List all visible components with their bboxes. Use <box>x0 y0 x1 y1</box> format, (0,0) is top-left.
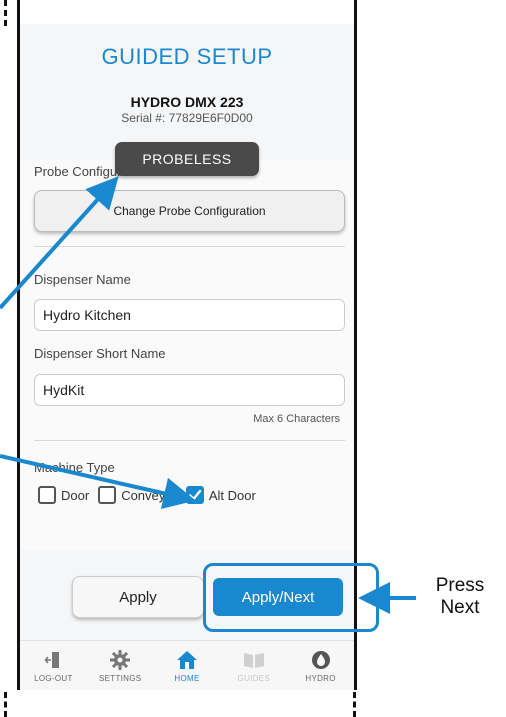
check-icon <box>188 489 202 501</box>
door-option[interactable]: Door <box>38 486 89 504</box>
tab-guides[interactable]: GUIDES <box>220 641 287 690</box>
tab-hydro[interactable]: HYDRO <box>287 641 354 690</box>
tab-label: GUIDES <box>237 673 271 683</box>
left-dashed-line-bottom <box>4 692 7 717</box>
book-icon <box>242 649 266 671</box>
dispenser-short-name-label: Dispenser Short Name <box>34 346 166 361</box>
page-title: GUIDED SETUP <box>101 44 273 69</box>
short-name-hint: Max 6 Characters <box>253 413 340 425</box>
probeless-badge: PROBELESS <box>115 142 259 176</box>
serial-number: Serial #: 77829E6F0D00 <box>121 111 253 125</box>
machine-type-options: Door Conveyor Alt Door <box>38 486 265 504</box>
tab-label: HYDRO <box>305 673 336 683</box>
tab-home[interactable]: HOME <box>154 641 221 690</box>
left-dashed-line <box>4 0 7 26</box>
press-next-callout: Press Next <box>420 575 500 619</box>
machine-type-label: Machine Type <box>34 460 115 475</box>
gear-icon <box>109 649 131 671</box>
logout-icon <box>43 649 63 671</box>
alt-door-option[interactable]: Alt Door <box>185 486 256 504</box>
divider <box>34 246 345 247</box>
tab-bar: LOG-OUT SETTINGS HOME GUIDES HYDRO <box>20 640 354 690</box>
callout-line-1: Press <box>435 575 485 596</box>
divider <box>34 440 345 441</box>
tab-label: HOME <box>174 673 200 683</box>
conveyor-option[interactable]: Conveyor <box>98 486 177 504</box>
dispenser-name-label: Dispenser Name <box>34 272 131 287</box>
tab-logout[interactable]: LOG-OUT <box>20 641 87 690</box>
change-probe-button[interactable]: Change Probe Configuration <box>34 190 345 232</box>
dispenser-name-input[interactable]: Hydro Kitchen <box>34 299 345 331</box>
drop-icon <box>310 649 332 671</box>
apply-button[interactable]: Apply <box>72 576 204 618</box>
tab-settings[interactable]: SETTINGS <box>87 641 154 690</box>
conveyor-label: Conveyor <box>121 487 177 503</box>
tab-label: LOG-OUT <box>34 673 73 683</box>
device-name: HYDRO DMX 223 <box>130 94 244 110</box>
probe-config-label: Probe Configur <box>34 164 122 179</box>
right-dashed-line-bottom <box>353 692 356 717</box>
door-label: Door <box>61 487 90 503</box>
checkbox-door[interactable] <box>38 486 56 504</box>
checkbox-conveyor[interactable] <box>98 486 117 504</box>
tab-label: SETTINGS <box>98 673 142 683</box>
apply-next-highlight <box>203 563 379 632</box>
home-icon <box>175 649 199 671</box>
phone-screen: GUIDED SETUP HYDRO DMX 223 Serial #: 778… <box>17 0 379 690</box>
dispenser-short-name-input[interactable]: HydKit <box>34 374 345 406</box>
alt-door-label: Alt Door <box>208 487 256 503</box>
checkbox-alt-door[interactable] <box>185 486 204 504</box>
callout-line-2: Next <box>440 597 480 618</box>
